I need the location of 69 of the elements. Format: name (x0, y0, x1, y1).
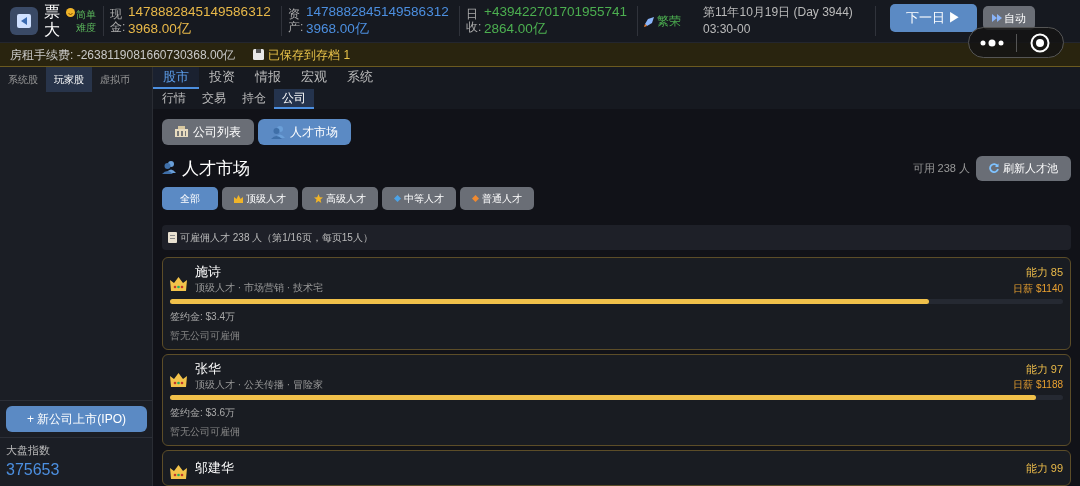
people-icon (271, 124, 285, 139)
stat-value: 14788828451495863123968.00亿 (128, 4, 272, 38)
ability-score: 能力 85 (1024, 265, 1063, 280)
candidate-name: 张华 (195, 360, 222, 377)
ability-score: 能力 97 (1024, 361, 1063, 377)
stat-value: 14788828451495863123968.00亿 (306, 4, 450, 38)
save-status: 已保存到存档 1 (268, 46, 351, 64)
main-tab[interactable]: 股市 (153, 67, 199, 89)
triangle-left-icon (17, 14, 31, 28)
daily-salary: 日薪 $1188 (1013, 378, 1063, 392)
difficulty-label: 简单难度 (76, 8, 97, 34)
back-button[interactable] (10, 7, 38, 35)
index-value: 375653 (6, 460, 61, 480)
people-icon (162, 160, 178, 177)
filter-chip[interactable]: 高级人才 (302, 187, 378, 210)
filter-chip[interactable]: 中等人才 (382, 187, 456, 210)
stat-value: +4394227017019557412864.00亿 (484, 4, 629, 38)
crown-icon (170, 276, 187, 291)
main-tab[interactable]: 宏观 (291, 67, 337, 89)
sub-tab[interactable]: 公司 (274, 88, 314, 109)
filter-chip[interactable]: 全部 (162, 187, 218, 210)
filter-chip[interactable]: 普通人才 (460, 187, 534, 210)
diamond-icon (394, 195, 401, 202)
smiley-icon (66, 8, 75, 17)
clipboard-icon (168, 232, 177, 243)
signing-fee: 签约金: $3.4万 (170, 309, 237, 324)
hire-status: 暂无公司可雇佣 (170, 425, 241, 439)
fast-forward-icon (992, 14, 1003, 22)
crown-icon (170, 465, 187, 479)
more-icon (980, 39, 1005, 48)
sidebar-tab[interactable]: 玩家股 (46, 67, 92, 92)
diamond-icon (472, 195, 479, 202)
next-day-button[interactable]: 下一日 ▶ (889, 4, 978, 32)
candidate-name: 施诗 (195, 264, 222, 281)
main-tab[interactable]: 投资 (199, 67, 245, 89)
daily-salary: 日薪 $1140 (1013, 281, 1063, 296)
star-icon (314, 194, 323, 203)
sub-tab[interactable]: 交易 (194, 88, 234, 109)
sub-tab[interactable]: 行情 (154, 88, 194, 109)
view-tab[interactable]: 人才市场 (258, 118, 351, 145)
game-time: 03:30-00 (703, 21, 752, 38)
game-title: 票大 (44, 3, 60, 39)
sub-tab[interactable]: 持仓 (234, 88, 274, 109)
building-icon (175, 126, 188, 137)
hire-status: 暂无公司可雇佣 (170, 328, 241, 343)
sidebar-tab[interactable]: 系统股 (0, 67, 46, 92)
economy-status: 繁荣 (657, 13, 681, 30)
target-icon (1029, 33, 1050, 54)
signing-fee: 签约金: $3.6万 (170, 406, 237, 420)
candidate-tags: 顶级人才 · 公关传播 · 冒险家 (195, 376, 1014, 392)
candidate-name: 邬建华 (195, 460, 235, 476)
refresh-icon (989, 163, 999, 174)
candidate-tags: 顶级人才 · 市场营销 · 技术宅 (195, 280, 1014, 296)
fee-text: 房租手续费: -2638119081660730368.00亿 (10, 46, 236, 64)
ability-score: 能力 99 (1025, 460, 1063, 476)
available-count: 可用 238 人 (912, 161, 970, 176)
crown-icon (234, 194, 243, 203)
section-title: 人才市场 (182, 157, 250, 180)
game-date: 第11年10月19日 (Day 3944) (703, 4, 853, 21)
filter-chip[interactable]: 顶级人才 (222, 187, 298, 210)
crown-icon (170, 373, 187, 388)
main-tab[interactable]: 系统 (337, 67, 383, 89)
ipo-button[interactable]: + 新公司上市(IPO) (6, 405, 147, 432)
summary-text: 可雇佣人才 238 人（第1/16页，每页15人） (180, 231, 373, 245)
view-tab[interactable]: 公司列表 (162, 118, 254, 145)
main-tab[interactable]: 情报 (245, 67, 291, 89)
index-label: 大盘指数 (6, 442, 51, 458)
refresh-button[interactable]: 刷新人才池 (976, 156, 1071, 181)
sidebar-tab[interactable]: 虚拟币 (92, 67, 138, 92)
